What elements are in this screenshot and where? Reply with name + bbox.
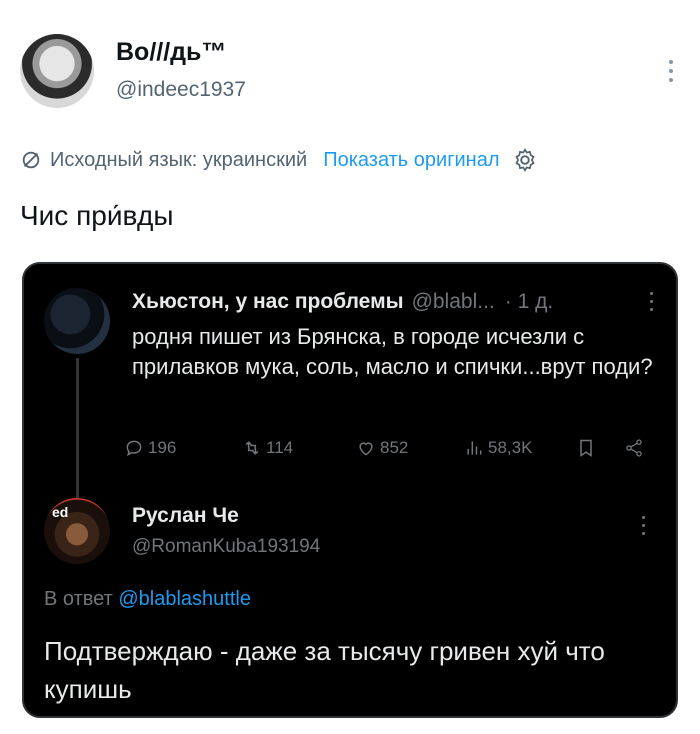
quoted-tweet-card[interactable]: Хьюстон, у нас проблемы @blabl... · 1 д. р…: [22, 262, 678, 718]
reply-text: Подтверждаю - даже за тысячу гривен хуй …: [44, 636, 605, 704]
quoted-tweet-time[interactable]: · 1 д.: [505, 290, 553, 313]
gear-icon[interactable]: [512, 147, 538, 173]
post-text: Чис при́вды: [20, 200, 174, 231]
views-icon: [467, 441, 482, 455]
views-button[interactable]: 58,3K: [464, 432, 532, 464]
reply-to-line: В ответ @blablashuttle: [44, 588, 251, 611]
like-icon: [359, 442, 373, 456]
more-icon[interactable]: [650, 292, 654, 316]
like-button[interactable]: 852: [356, 432, 408, 464]
translation-note: Исходный язык: украинский: [50, 148, 308, 171]
quoted-tweet-header: Хьюстон, у нас проблемы @blabl... · 1 д.: [132, 290, 553, 314]
share-button[interactable]: [624, 432, 648, 464]
retweet-icon: [245, 441, 259, 455]
translate-slash-icon: [22, 151, 40, 169]
show-original-link[interactable]: Показать оригинал: [323, 149, 499, 172]
author-handle[interactable]: @indeec1937: [116, 78, 246, 102]
reply-prefix: В ответ: [44, 588, 113, 610]
quoted-author-name[interactable]: Хьюстон, у нас проблемы: [132, 290, 404, 313]
reply-author-name[interactable]: Руслан Че: [132, 504, 239, 528]
author-name[interactable]: Во///дь™: [116, 38, 226, 67]
reply-count: 196: [148, 438, 177, 457]
retweet-button[interactable]: 114: [242, 432, 293, 464]
avatar[interactable]: [44, 288, 110, 354]
action-bar: 196 114 852 58,3K: [124, 432, 664, 464]
share-icon: [626, 439, 642, 457]
bookmark-icon: [580, 439, 592, 457]
retweet-count: 114: [266, 438, 294, 457]
reply-icon: [126, 440, 142, 457]
quoted-tweet-text: родня пишет из Брянска, в городе исчезли…: [132, 324, 653, 379]
more-icon[interactable]: [642, 516, 646, 540]
quoted-author-handle[interactable]: @blabl...: [412, 290, 495, 313]
more-icon[interactable]: [668, 60, 674, 84]
post-header: Во///дь™ @indeec1937: [20, 30, 680, 110]
views-count: 58,3K: [488, 438, 533, 457]
reply-mention-link[interactable]: @blablashuttle: [118, 588, 251, 610]
avatar-tag: ed: [52, 504, 69, 520]
bookmark-button[interactable]: [576, 432, 600, 464]
translation-row: Исходный язык: украинский Показать ориги…: [20, 144, 538, 176]
like-count: 852: [380, 438, 409, 457]
author-avatar[interactable]: [20, 34, 94, 108]
reply-author-handle[interactable]: @RomanKuba193194: [132, 536, 320, 558]
thread-line: [76, 358, 79, 498]
avatar[interactable]: ed: [44, 498, 110, 564]
reply-button[interactable]: 196: [124, 432, 176, 464]
